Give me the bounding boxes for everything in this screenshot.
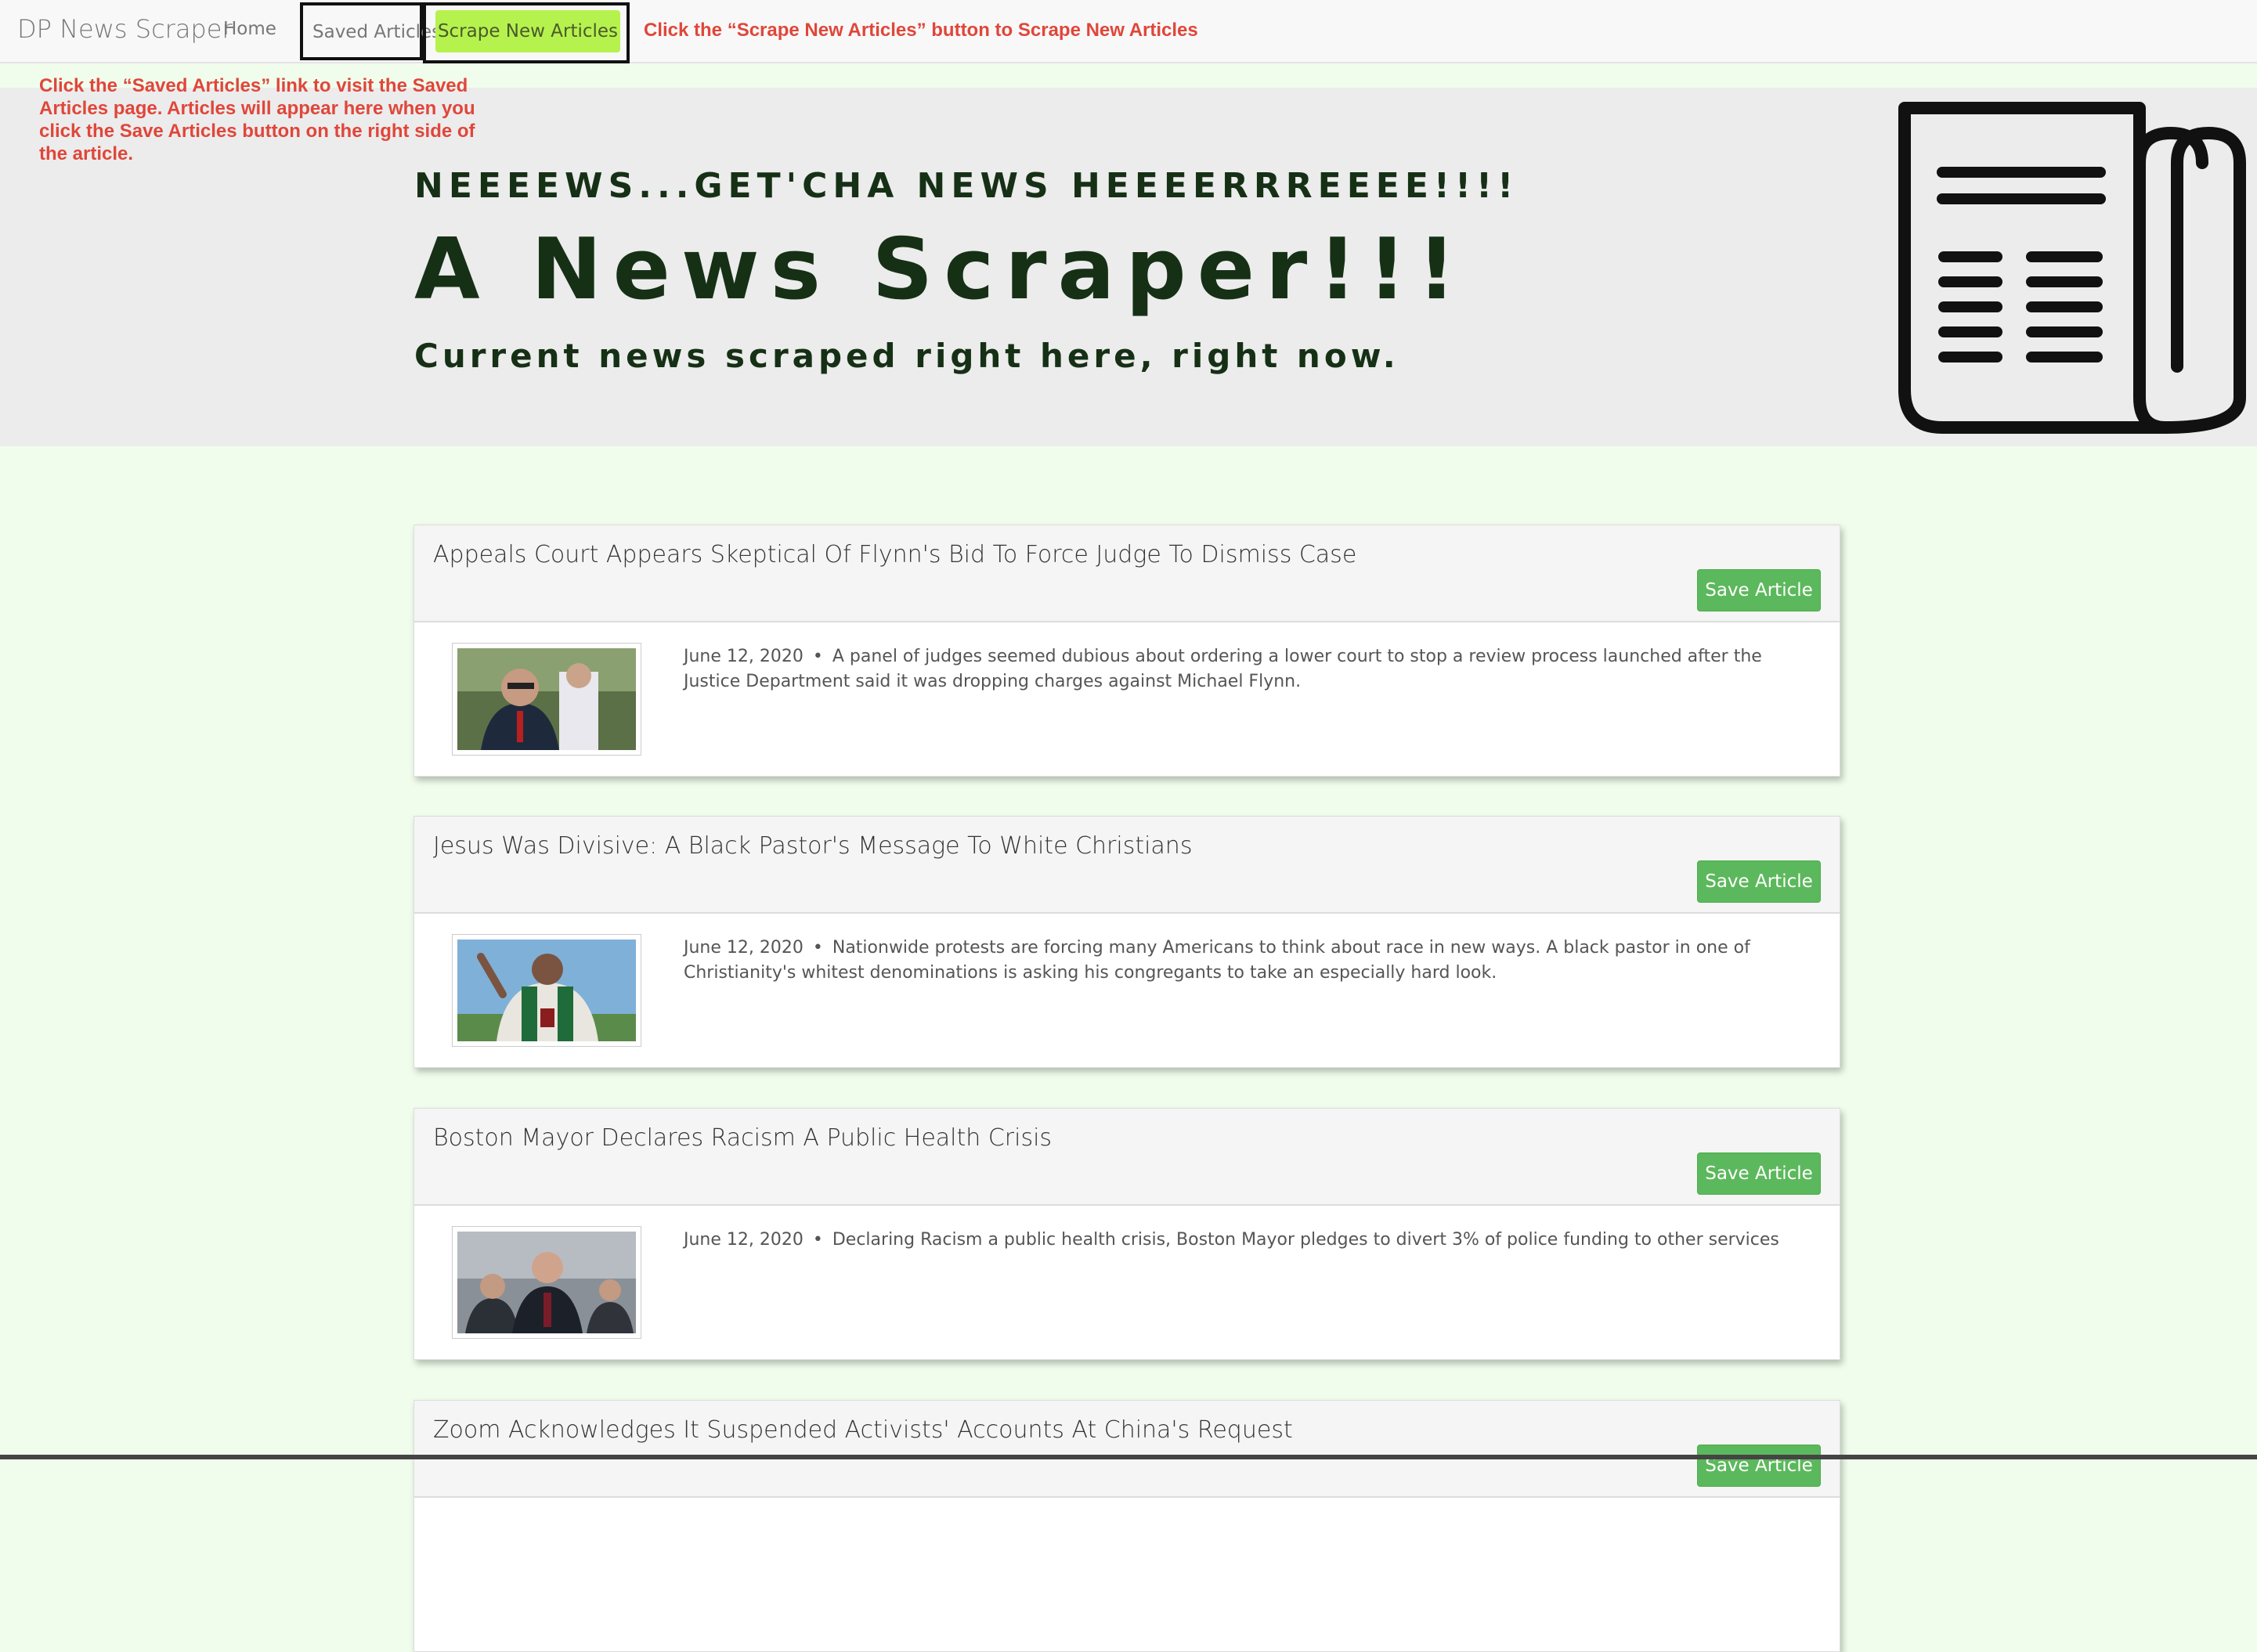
- article-card: Boston Mayor Declares Racism A Public He…: [413, 1108, 1840, 1360]
- article-title[interactable]: Zoom Acknowledges It Suspended Activists…: [433, 1416, 1293, 1444]
- separator-dot: •: [812, 938, 823, 958]
- article-title[interactable]: Jesus Was Divisive: A Black Pastor's Mes…: [433, 832, 1192, 860]
- newspaper-icon: [1895, 100, 2255, 449]
- article-title[interactable]: Appeals Court Appears Skeptical Of Flynn…: [433, 541, 1356, 568]
- article-date: June 12, 2020: [684, 647, 803, 666]
- jumbotron-lead: Current news scraped right here, right n…: [414, 337, 1399, 375]
- save-article-button[interactable]: Save Article: [1697, 860, 1821, 903]
- scrape-new-articles-button[interactable]: Scrape New Articles: [435, 10, 620, 52]
- brand-link[interactable]: DP News Scraper: [17, 14, 233, 44]
- jumbotron-kicker: NEEEEWS...GET'CHA NEWS HEEEERRREEEE!!!!: [414, 166, 1519, 206]
- article-card: Appeals Court Appears Skeptical Of Flynn…: [413, 525, 1840, 777]
- article-title[interactable]: Boston Mayor Declares Racism A Public He…: [433, 1124, 1052, 1152]
- page-title: A News Scraper!!!: [414, 221, 1467, 319]
- article-header: Appeals Court Appears Skeptical Of Flynn…: [414, 525, 1840, 622]
- article-thumbnail: [452, 1226, 641, 1339]
- scrape-highlight-box: Scrape New Articles: [423, 2, 630, 63]
- article-card: Zoom Acknowledges It Suspended Activists…: [413, 1400, 1840, 1652]
- separator-dot: •: [812, 647, 823, 666]
- article-date: June 12, 2020: [684, 938, 803, 958]
- article-header: Boston Mayor Declares Racism A Public He…: [414, 1109, 1840, 1206]
- article-summary-text: A panel of judges seemed dubious about o…: [684, 647, 1762, 691]
- article-summary: June 12, 2020 • Nationwide protests are fo…: [684, 936, 1811, 986]
- article-header: Zoom Acknowledges It Suspended Activists…: [414, 1401, 1840, 1498]
- window-bottom-edge: [0, 1455, 2257, 1459]
- article-card: Jesus Was Divisive: A Black Pastor's Mes…: [413, 816, 1840, 1068]
- save-article-button[interactable]: Save Article: [1697, 1445, 1821, 1487]
- article-summary-text: Nationwide protests are forcing many Ame…: [684, 938, 1750, 983]
- article-header: Jesus Was Divisive: A Black Pastor's Mes…: [414, 817, 1840, 914]
- navbar: DP News Scraper Home Saved Articles Scra…: [0, 0, 2257, 63]
- article-summary: June 12, 2020 • A panel of judges seemed d…: [684, 644, 1811, 694]
- nav-home-link[interactable]: Home: [223, 19, 276, 39]
- save-article-button[interactable]: Save Article: [1697, 1152, 1821, 1195]
- scrape-annotation-note: Click the “Scrape New Articles” button t…: [644, 20, 1198, 41]
- separator-dot: •: [812, 1230, 823, 1250]
- nav-saved-articles-link[interactable]: Saved Articles: [312, 22, 441, 42]
- article-thumbnail: [452, 643, 641, 756]
- saved-articles-annotation-note: Click the “Saved Articles” link to visit…: [39, 75, 475, 164]
- saved-articles-highlight-box: Saved Articles: [300, 2, 441, 60]
- article-summary-text: Declaring Racism a public health crisis,…: [832, 1230, 1779, 1250]
- article-thumbnail: [452, 934, 641, 1047]
- article-summary: June 12, 2020 • Declaring Racism a public …: [684, 1228, 1811, 1253]
- save-article-button[interactable]: Save Article: [1697, 569, 1821, 611]
- article-date: June 12, 2020: [684, 1230, 803, 1250]
